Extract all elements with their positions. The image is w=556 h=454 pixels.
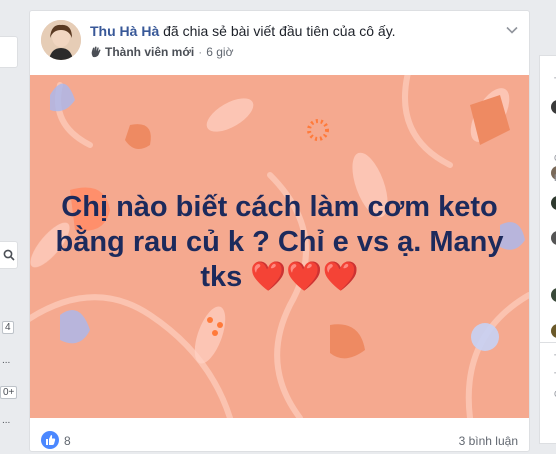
post-footer: 8 3 bình luận <box>30 418 529 451</box>
avatar[interactable] <box>551 288 556 302</box>
chevron-down-icon[interactable] <box>505 23 519 37</box>
count-badge: 0+ <box>0 386 18 399</box>
like-count[interactable]: 8 <box>64 434 71 448</box>
avatar[interactable] <box>551 196 556 210</box>
comment-count[interactable]: 3 bình luận <box>459 434 518 448</box>
post-timestamp[interactable]: 6 giờ <box>206 45 233 59</box>
count-badge: 4 <box>2 321 14 334</box>
separator: · <box>198 45 203 59</box>
avatar[interactable] <box>551 324 556 338</box>
avatar[interactable] <box>41 20 81 60</box>
search-button[interactable] <box>0 241 18 269</box>
feed-post: Thu Hà Hà đã chia sẻ bài viết đầu tiên c… <box>29 10 530 452</box>
post-background-image[interactable]: Chị nào biết cách làm cơm keto bằng rau … <box>30 75 529 418</box>
author-name-link[interactable]: Thu Hà Hà <box>90 23 159 39</box>
avatar[interactable] <box>551 231 556 245</box>
search-icon <box>3 249 15 261</box>
avatar[interactable] <box>551 100 556 114</box>
post-header: Thu Hà Hà đã chia sẻ bài viết đầu tiên c… <box>30 11 529 75</box>
like-reaction-icon[interactable] <box>41 431 59 449</box>
right-card: T T C <box>539 342 556 444</box>
left-sidebar-box[interactable] <box>0 36 18 68</box>
post-author-line: Thu Hà Hà đã chia sẻ bài viết đầu tiên c… <box>90 23 396 39</box>
post-meta: Thành viên mới · 6 giờ <box>90 45 233 59</box>
post-action-text: đã chia sẻ bài viết đầu tiên của cô ấy. <box>159 23 396 39</box>
left-sidebar: 4 ... 0+ ... <box>0 0 20 439</box>
post-text: Chị nào biết cách làm cơm keto bằng rau … <box>55 191 504 293</box>
wave-hand-icon <box>91 46 101 58</box>
right-sidebar: T C E T T C <box>539 0 556 444</box>
more-dots[interactable]: ... <box>2 355 10 366</box>
new-member-badge: Thành viên mới <box>105 45 195 59</box>
profile-photo <box>41 20 81 60</box>
right-card: T C E <box>539 55 556 347</box>
more-dots[interactable]: ... <box>2 415 10 426</box>
thumbs-up-icon <box>46 435 56 445</box>
